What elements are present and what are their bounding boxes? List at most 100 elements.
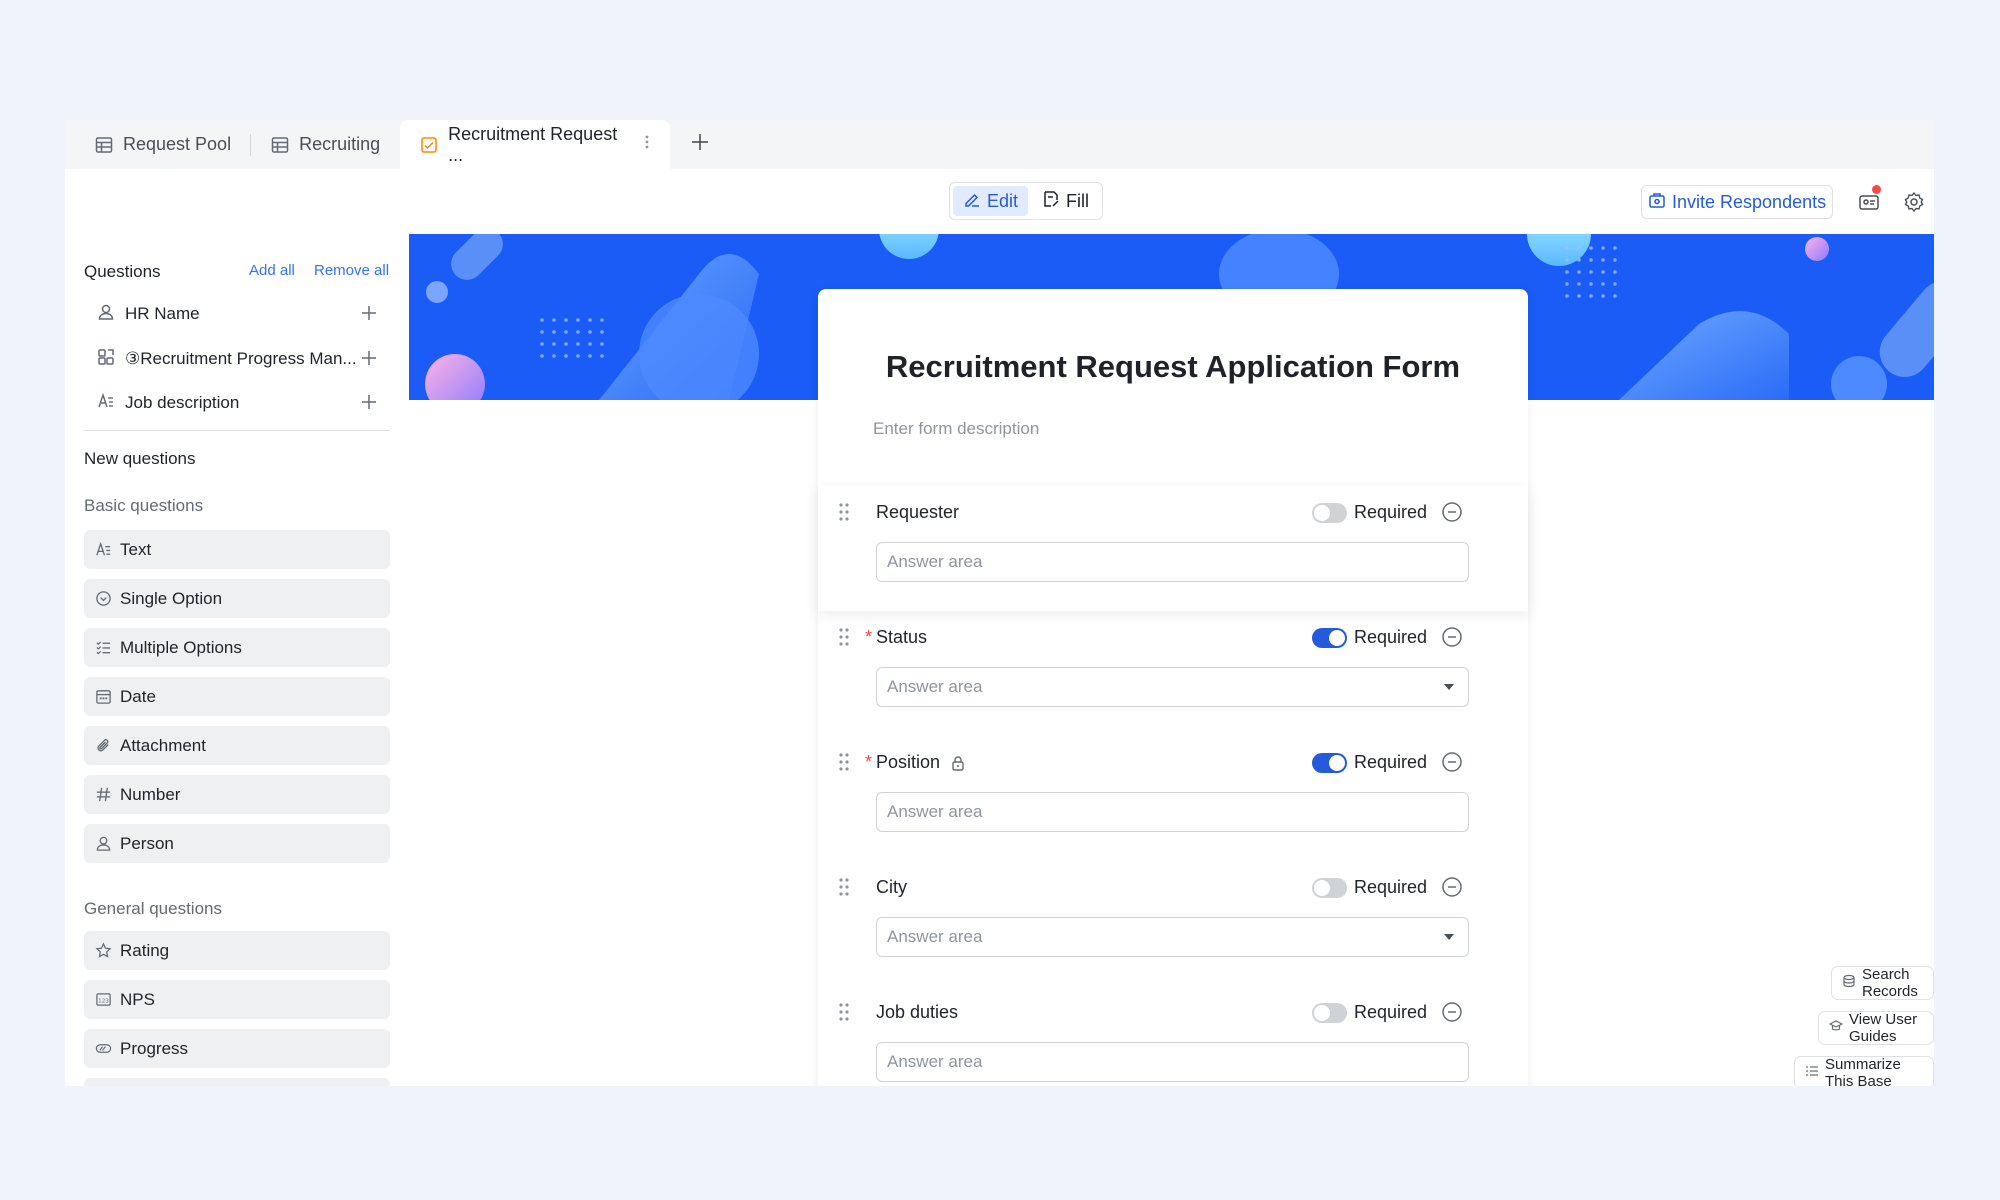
question-title: Status (876, 627, 928, 647)
question-label: Requester (876, 502, 959, 523)
form-description-input[interactable]: Enter form description (873, 419, 1039, 439)
edit-mode-button[interactable]: Edit (953, 186, 1029, 216)
field-label: Job description (125, 393, 240, 412)
add-progress-button[interactable]: Progress (84, 1029, 390, 1068)
summarize-base-button[interactable]: Summarize This Base (1794, 1056, 1934, 1086)
required-label: Required (1354, 877, 1428, 897)
qbtn-label: Person (120, 833, 174, 853)
required-toggle[interactable] (1312, 753, 1347, 773)
text-icon (95, 541, 112, 558)
qbtn-label: NPS (120, 989, 155, 1009)
add-multiple-options-button[interactable]: Multiple Options (84, 628, 390, 667)
field-job-description[interactable]: Job description (97, 386, 379, 420)
qbtn-label: Rating (120, 940, 170, 960)
form-icon (420, 136, 438, 154)
remove-question-icon[interactable] (1441, 751, 1463, 778)
caret-down-icon (1444, 684, 1454, 690)
required-toggle[interactable] (1312, 628, 1347, 648)
field-label: HR Name (125, 304, 200, 323)
fill-form-icon (1042, 190, 1060, 213)
add-question-button-partial[interactable] (84, 1078, 390, 1086)
tab-label: Recruiting (299, 134, 381, 154)
qbtn-label: Progress (120, 1038, 189, 1058)
add-single-option-button[interactable]: Single Option (84, 579, 390, 618)
drag-handle-icon[interactable] (838, 627, 850, 652)
field-recruitment-progress[interactable]: ③Recruitment Progress Man... (97, 342, 379, 376)
invite-respondents-button[interactable]: Invite Respondents (1641, 185, 1834, 219)
remove-question-icon[interactable] (1441, 626, 1463, 653)
required-toggle[interactable] (1312, 878, 1347, 898)
mode-switch: Edit Fill (949, 182, 1103, 220)
answer-area[interactable]: Answer area (876, 542, 1469, 582)
svg-text:123: 123 (98, 998, 109, 1004)
multiple-options-icon (95, 639, 112, 656)
question-position[interactable]: * Position Required Answer area (818, 736, 1528, 861)
question-requester[interactable]: Requester Required Answer area (818, 486, 1528, 611)
search-records-button[interactable]: Search Records (1831, 966, 1934, 1000)
question-sidebar: Questions Add all Remove all HR Name ③Re… (65, 234, 410, 1086)
question-city[interactable]: City Required Answer area (818, 861, 1528, 986)
remove-question-icon[interactable] (1441, 876, 1463, 903)
required-toggle[interactable] (1312, 503, 1347, 523)
answer-area[interactable]: Answer area (876, 1042, 1469, 1082)
add-number-button[interactable]: Number (84, 775, 390, 814)
add-field-plus-icon[interactable] (359, 392, 379, 417)
answer-placeholder: Answer area (887, 677, 983, 696)
question-title: Job duties (876, 1002, 959, 1022)
notification-dot (1872, 185, 1881, 194)
add-attachment-button[interactable]: Attachment (84, 726, 390, 765)
add-field-plus-icon[interactable] (359, 348, 379, 373)
form-title[interactable]: Recruitment Request Application Form (818, 349, 1528, 385)
drag-handle-icon[interactable] (838, 1002, 850, 1027)
tab-recruitment-request-form[interactable]: Recruitment Request ... (400, 120, 671, 169)
qbtn-label: Date (120, 686, 156, 706)
settings-gear-icon[interactable] (1903, 191, 1925, 213)
required-asterisk: * (865, 752, 873, 772)
question-job-duties[interactable]: Job duties Required Answer area (818, 986, 1528, 1086)
drag-handle-icon[interactable] (838, 877, 850, 902)
single-option-icon (95, 590, 112, 607)
add-tab-button[interactable] (670, 120, 730, 169)
required-label: Required (1354, 752, 1428, 772)
share-card-icon[interactable] (1858, 185, 1881, 213)
tab-recruiting[interactable]: Recruiting (251, 120, 400, 169)
add-rating-button[interactable]: Rating (84, 931, 390, 970)
answer-dropdown[interactable]: Answer area (876, 667, 1469, 707)
answer-placeholder: Answer area (887, 552, 983, 571)
required-label: Required (1354, 502, 1428, 522)
summarize-base-label: Summarize This Base (1825, 1056, 1901, 1086)
add-field-plus-icon[interactable] (359, 303, 379, 328)
list-icon (1805, 1064, 1819, 1082)
field-hr-name[interactable]: HR Name (97, 297, 379, 331)
add-nps-button[interactable]: 123 NPS (84, 980, 390, 1019)
remove-question-icon[interactable] (1441, 501, 1463, 528)
answer-placeholder: Answer area (887, 802, 983, 821)
drag-handle-icon[interactable] (838, 752, 850, 777)
remove-question-icon[interactable] (1441, 1001, 1463, 1028)
add-all-link[interactable]: Add all (249, 262, 295, 279)
question-status[interactable]: * Status Required Answer area (818, 611, 1528, 736)
basic-questions-heading: Basic questions (84, 496, 204, 515)
qbtn-label: Single Option (120, 588, 223, 608)
answer-placeholder: Answer area (887, 927, 983, 946)
add-date-button[interactable]: Date (84, 677, 390, 716)
tab-label: Recruitment Request ... (448, 123, 618, 165)
calendar-icon (95, 688, 112, 705)
invite-icon (1648, 191, 1666, 214)
more-vertical-icon[interactable] (644, 133, 650, 156)
drag-handle-icon[interactable] (838, 502, 850, 527)
tab-request-pool[interactable]: Request Pool (65, 120, 252, 169)
add-person-button[interactable]: Person (84, 824, 390, 863)
fill-mode-button[interactable]: Fill (1032, 186, 1099, 216)
form-canvas: Recruitment Request Application Form Ent… (409, 234, 1934, 1086)
answer-area[interactable]: Answer area (876, 792, 1469, 832)
add-text-question-button[interactable]: Text (84, 530, 390, 569)
remove-all-link[interactable]: Remove all (314, 262, 389, 279)
required-label: Required (1354, 1002, 1428, 1022)
field-label: ③Recruitment Progress Man... (125, 349, 357, 368)
general-questions-heading: General questions (84, 899, 222, 918)
answer-dropdown[interactable]: Answer area (876, 917, 1469, 957)
required-toggle[interactable] (1312, 1003, 1347, 1023)
view-user-guides-button[interactable]: View User Guides (1818, 1011, 1934, 1045)
person-icon (95, 835, 112, 852)
